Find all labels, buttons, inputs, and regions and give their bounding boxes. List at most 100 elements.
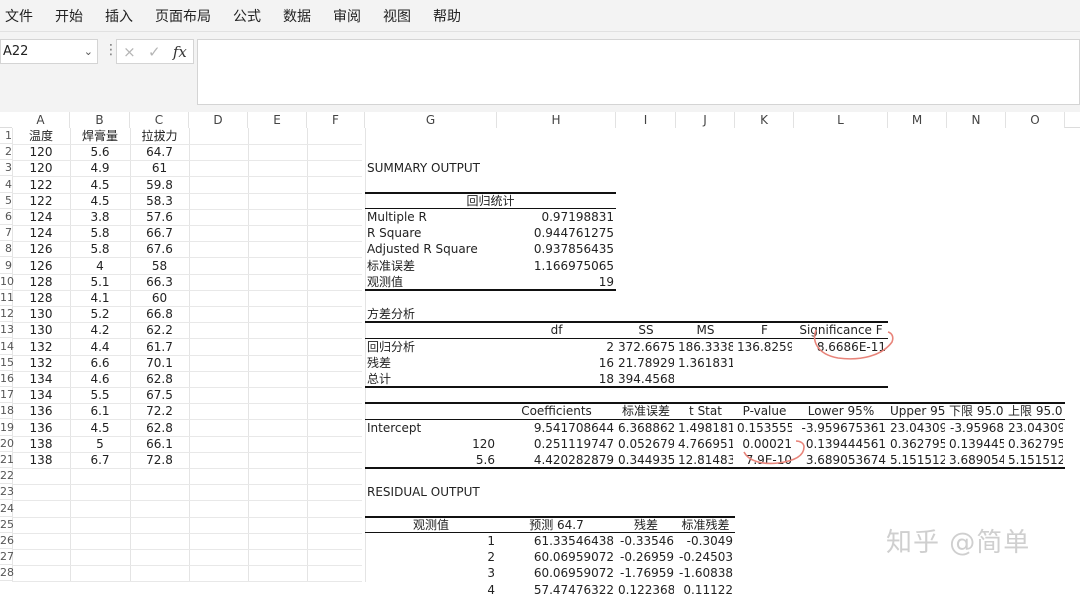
row-header-4[interactable]: 4 bbox=[0, 177, 12, 193]
row-header-25[interactable]: 25 bbox=[0, 517, 14, 533]
name-box[interactable]: A22 ⌄ bbox=[0, 39, 98, 64]
column-header-B[interactable]: B bbox=[70, 112, 130, 128]
coef-header: t Stat bbox=[689, 404, 722, 419]
row-header-26[interactable]: 26 bbox=[0, 533, 14, 549]
row-header-8[interactable]: 8 bbox=[0, 241, 12, 258]
column-header-D[interactable]: D bbox=[189, 112, 248, 128]
source-cell: 66.1 bbox=[146, 436, 173, 451]
anova-label: 回归分析 bbox=[367, 339, 416, 354]
row-header-11[interactable]: 11 bbox=[0, 290, 14, 306]
row-header-2[interactable]: 2 bbox=[0, 144, 12, 161]
row-header-20[interactable]: 20 bbox=[0, 436, 14, 452]
coef-value: 4.420282879 bbox=[533, 453, 614, 467]
source-cell: 57.6 bbox=[146, 210, 173, 224]
annotation-circle-significance bbox=[813, 329, 894, 360]
residual-value: 0.122368 bbox=[618, 582, 674, 597]
row-header-6[interactable]: 6 bbox=[0, 209, 12, 225]
row-header-17[interactable]: 17 bbox=[0, 387, 14, 404]
coef-header: Upper 95% bbox=[890, 404, 945, 419]
column-header-E[interactable]: E bbox=[248, 112, 307, 128]
chevron-down-icon[interactable]: ⌄ bbox=[84, 40, 93, 63]
anova-value: 372.6675 bbox=[618, 339, 674, 354]
menu-item-3[interactable]: 页面布局 bbox=[155, 6, 211, 26]
residual-value: 4 bbox=[487, 582, 495, 597]
source-cell: 138 bbox=[29, 453, 53, 467]
row-header-27[interactable]: 27 bbox=[0, 549, 14, 566]
row-header-28[interactable]: 28 bbox=[0, 565, 14, 582]
anova-value: 136.8259 bbox=[737, 339, 792, 354]
row-header-19[interactable]: 19 bbox=[0, 420, 14, 436]
sheet-grid[interactable]: A B C D E F G H I J K L M N O 1 2 3 4 5 6 7 8 9 10 11 12 13 14 15 16 17… bbox=[0, 112, 1080, 597]
source-cell: 120 bbox=[29, 145, 53, 160]
column-header-O[interactable]: O bbox=[1006, 112, 1065, 128]
menu-item-2[interactable]: 插入 bbox=[105, 6, 133, 26]
source-cell: 136 bbox=[29, 420, 53, 435]
gridline-h bbox=[12, 532, 362, 534]
row-header-14[interactable]: 14 bbox=[0, 339, 14, 355]
formula-buttons: × ✓ fx bbox=[116, 39, 194, 64]
source-cell: 61 bbox=[151, 161, 168, 176]
residual-value: 57.47476322 bbox=[533, 582, 614, 597]
row-header-5[interactable]: 5 bbox=[0, 193, 12, 209]
coef-header: Coefficients bbox=[521, 404, 592, 419]
column-header-A[interactable]: A bbox=[12, 112, 70, 128]
row-header-3[interactable]: 3 bbox=[0, 160, 12, 177]
column-header-L[interactable]: L bbox=[794, 112, 888, 128]
menu-item-1[interactable]: 开始 bbox=[55, 6, 83, 26]
row-header-21[interactable]: 21 bbox=[0, 452, 14, 468]
source-cell: 5.2 bbox=[90, 307, 110, 322]
column-header-J[interactable]: J bbox=[676, 112, 735, 128]
row-header-18[interactable]: 18 bbox=[0, 403, 14, 420]
menu-item-7[interactable]: 视图 bbox=[383, 6, 411, 26]
menu-item-8[interactable]: 帮助 bbox=[433, 6, 461, 26]
column-header-K[interactable]: K bbox=[735, 112, 794, 128]
residual-value: 0.11122 bbox=[683, 582, 733, 597]
source-cell: 5.6 bbox=[90, 145, 110, 160]
menu-item-5[interactable]: 数据 bbox=[283, 6, 311, 26]
row-header-23[interactable]: 23 bbox=[0, 484, 14, 501]
source-cell: 5.5 bbox=[90, 388, 110, 403]
row-header-10[interactable]: 10 bbox=[0, 274, 14, 290]
source-cell: 4.4 bbox=[90, 339, 110, 354]
insert-function-icon[interactable]: fx bbox=[173, 43, 187, 61]
source-cell: 6.1 bbox=[90, 404, 110, 419]
row-header-24[interactable]: 24 bbox=[0, 501, 14, 517]
source-header: 焊膏量 bbox=[81, 129, 118, 143]
source-cell: 4.5 bbox=[90, 420, 110, 435]
residual-value: -0.33546 bbox=[620, 534, 674, 548]
anova-value: 21.78929 bbox=[618, 355, 674, 370]
row-header-15[interactable]: 15 bbox=[0, 355, 14, 371]
coef-value: 1.498181 bbox=[678, 420, 733, 435]
source-cell: 120 bbox=[29, 161, 53, 176]
menu-item-6[interactable]: 审阅 bbox=[333, 6, 361, 26]
row-header-1[interactable]: 1 bbox=[0, 128, 12, 144]
source-cell: 4.6 bbox=[90, 372, 110, 386]
row-header-12[interactable]: 12 bbox=[0, 306, 14, 323]
anova-value: 2 bbox=[606, 339, 614, 354]
row-header-16[interactable]: 16 bbox=[0, 371, 14, 387]
column-header-G[interactable]: G bbox=[365, 112, 497, 128]
row-header-22[interactable]: 22 bbox=[0, 468, 14, 485]
residual-header: 标准残差 bbox=[681, 517, 730, 532]
column-header-C[interactable]: C bbox=[130, 112, 189, 128]
enter-icon[interactable]: ✓ bbox=[148, 43, 161, 61]
column-header-H[interactable]: H bbox=[497, 112, 616, 128]
column-header-N[interactable]: N bbox=[947, 112, 1006, 128]
coef-value: 5.151512 bbox=[890, 453, 945, 467]
row-header-7[interactable]: 7 bbox=[0, 225, 12, 242]
cancel-icon[interactable]: × bbox=[123, 43, 136, 61]
column-header-I[interactable]: I bbox=[616, 112, 676, 128]
column-header-M[interactable]: M bbox=[888, 112, 947, 128]
source-cell: 66.8 bbox=[146, 307, 173, 322]
coef-value: 6.368862 bbox=[618, 420, 674, 435]
formula-input[interactable] bbox=[197, 39, 1080, 105]
coef-label: 5.6 bbox=[475, 453, 495, 467]
residual-value: 1 bbox=[487, 534, 495, 548]
row-header-13[interactable]: 13 bbox=[0, 322, 14, 339]
residual-title: RESIDUAL OUTPUT bbox=[367, 485, 480, 500]
menu-item-4[interactable]: 公式 bbox=[233, 6, 261, 26]
row-header-9[interactable]: 9 bbox=[0, 258, 12, 274]
column-header-F[interactable]: F bbox=[307, 112, 365, 128]
menu-item-0[interactable]: 文件 bbox=[5, 6, 33, 26]
watermark: 知乎 @简单 bbox=[886, 528, 1031, 558]
